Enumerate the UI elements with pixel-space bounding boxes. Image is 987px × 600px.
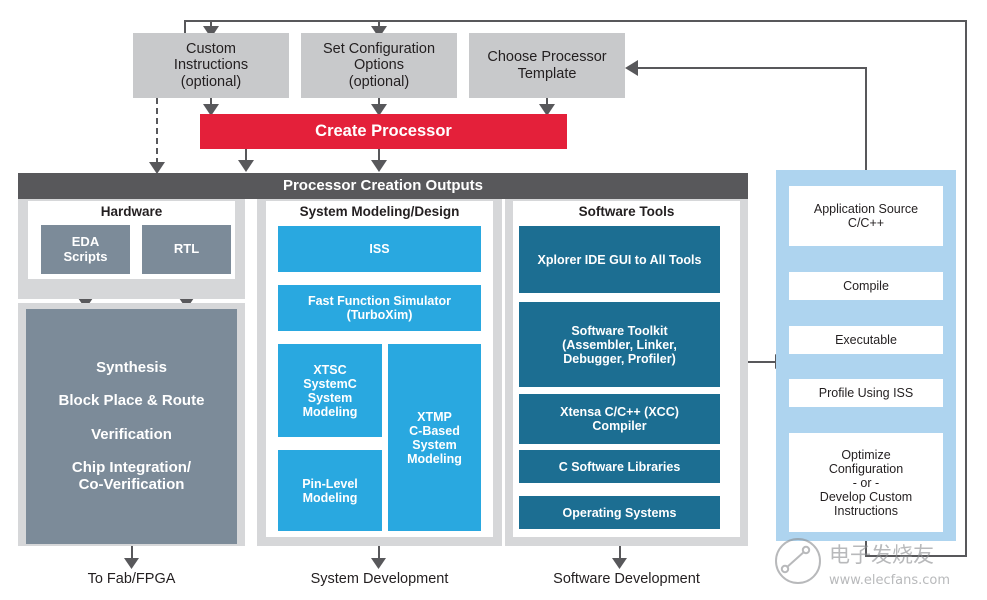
operating-systems-line-0: Operating Systems xyxy=(562,505,677,520)
block-rtl[interactable]: RTL xyxy=(142,225,231,274)
input-box-choose-processor-template[interactable]: Choose Processor Template xyxy=(469,33,625,98)
hardware-flow-line-2: Verification xyxy=(91,425,172,443)
rtl-line1: RTL xyxy=(173,241,200,257)
profile-line-0: Profile Using ISS xyxy=(818,386,914,400)
outputs-title: Processor Creation Outputs xyxy=(282,176,484,194)
block-iss[interactable]: ISS xyxy=(278,226,481,272)
create-processor-button[interactable]: Create Processor xyxy=(200,114,567,149)
fast-function-simulator-line-1: (TurboXim) xyxy=(346,308,413,322)
application-source-line-0: Application Source xyxy=(813,202,919,216)
watermark-url: www.elecfans.com xyxy=(829,573,950,588)
set-configuration-line1: Set Configuration xyxy=(322,41,436,58)
watermark: 电子发烧友 www.elecfans.com xyxy=(775,538,950,588)
software-toolkit-line-2: Debugger, Profiler) xyxy=(563,351,676,366)
system-modeling-footer-label: System Development xyxy=(310,570,449,587)
xcc-line-1: Compiler xyxy=(592,419,647,433)
block-xtsc-systemc[interactable]: XTSC SystemC System Modeling xyxy=(278,344,382,437)
optimize-line-0: Optimize xyxy=(841,447,891,462)
step-compile[interactable]: Compile xyxy=(789,272,943,300)
hardware-flow-line-0: Synthesis xyxy=(96,358,167,376)
create-processor-label: Create Processor xyxy=(315,122,452,141)
feedback-right-vertical xyxy=(965,20,967,556)
arrowhead-create-to-outputs xyxy=(371,160,387,172)
software-tools-footer-label: Software Development xyxy=(553,570,700,587)
software-tools-footer: Software Development xyxy=(505,568,748,590)
hardware-flow-line-1: Block Place & Route xyxy=(58,392,205,410)
block-fast-function-simulator[interactable]: Fast Function Simulator (TurboXim) xyxy=(278,285,481,331)
iss-line-0: ISS xyxy=(369,242,390,256)
pin-level-line-1: Modeling xyxy=(302,490,358,505)
block-xplorer-ide[interactable]: Xplorer IDE GUI to All Tools xyxy=(519,226,720,293)
eda-scripts-line1: EDA xyxy=(71,233,100,249)
software-tools-heading: Software Tools xyxy=(513,203,740,221)
optimize-line-4: Instructions xyxy=(834,503,898,518)
c-libraries-line-0: C Software Libraries xyxy=(558,459,681,474)
optimize-line-1: Configuration xyxy=(828,461,904,476)
compile-line-0: Compile xyxy=(843,279,889,293)
system-modeling-heading-label: System Modeling/Design xyxy=(299,204,460,220)
choose-template-line1: Choose Processor xyxy=(487,49,607,66)
hardware-flow-line-4: Co-Verification xyxy=(78,475,185,493)
xtmp-line-1: C-Based xyxy=(409,423,460,438)
diagram-canvas: Custom Instructions (optional) Set Confi… xyxy=(0,0,987,600)
xplorer-line-0: Xplorer IDE GUI to All Tools xyxy=(537,252,702,267)
xtmp-line-3: Modeling xyxy=(407,451,462,466)
arrowhead-to-choose-template xyxy=(625,60,638,76)
xtsc-line-3: Modeling xyxy=(302,404,358,419)
system-modeling-footer: System Development xyxy=(257,568,502,590)
input-box-custom-instructions[interactable]: Custom Instructions (optional) xyxy=(133,33,289,98)
block-xtmp-c-based[interactable]: XTMP C-Based System Modeling xyxy=(388,344,481,531)
step-optimize-configuration[interactable]: Optimize Configuration - or - Develop Cu… xyxy=(789,433,943,532)
feedback-bottom-horizontal xyxy=(866,555,967,557)
xtmp-line-2: System xyxy=(412,437,457,452)
hardware-heading: Hardware xyxy=(28,203,235,221)
xtsc-line-0: XTSC xyxy=(313,362,347,377)
software-toolkit-line-1: (Assembler, Linker, xyxy=(562,337,677,352)
eda-scripts-line2: Scripts xyxy=(63,248,108,264)
application-source-line-1: C/C++ xyxy=(847,216,885,230)
optimize-line-3: Develop Custom xyxy=(819,489,913,504)
block-c-software-libraries[interactable]: C Software Libraries xyxy=(519,450,720,483)
software-toolkit-line-0: Software Toolkit xyxy=(571,323,668,338)
feedback-top-horizontal xyxy=(184,20,967,22)
feedback-left-stub xyxy=(184,20,186,34)
hardware-footer-label: To Fab/FPGA xyxy=(87,570,176,587)
block-xtensa-xcc-compiler[interactable]: Xtensa C/C++ (XCC) Compiler xyxy=(519,394,720,444)
line-to-choose-template-horizontal xyxy=(637,67,867,69)
input-box-set-configuration-options[interactable]: Set Configuration Options (optional) xyxy=(301,33,457,98)
set-configuration-line3: (optional) xyxy=(348,73,410,90)
step-profile-using-iss[interactable]: Profile Using ISS xyxy=(789,379,943,407)
pin-level-line-0: Pin-Level xyxy=(302,476,358,491)
block-hardware-flow[interactable]: Synthesis Block Place & Route Verificati… xyxy=(26,309,237,544)
dashed-custom-to-outputs xyxy=(156,98,158,164)
xtmp-line-0: XTMP xyxy=(417,409,452,424)
block-operating-systems[interactable]: Operating Systems xyxy=(519,496,720,529)
processor-creation-outputs-header: Processor Creation Outputs xyxy=(18,173,748,199)
step-executable[interactable]: Executable xyxy=(789,326,943,354)
fast-function-simulator-line-0: Fast Function Simulator xyxy=(307,294,452,308)
xtsc-line-2: System xyxy=(307,390,353,405)
block-pin-level-modeling[interactable]: Pin-Level Modeling xyxy=(278,450,382,531)
block-eda-scripts[interactable]: EDA Scripts xyxy=(41,225,130,274)
custom-instructions-line2: Instructions xyxy=(173,57,249,74)
executable-line-0: Executable xyxy=(835,333,897,347)
arrowhead-create-to-outputs-left xyxy=(238,160,254,172)
hardware-footer: To Fab/FPGA xyxy=(18,568,245,590)
custom-instructions-line3: (optional) xyxy=(180,73,242,90)
hardware-flow-line-3: Chip Integration/ xyxy=(71,459,192,477)
xtsc-line-1: SystemC xyxy=(303,376,357,391)
choose-template-line2: Template xyxy=(517,65,577,82)
line-to-choose-template-vertical xyxy=(865,67,867,185)
system-modeling-heading: System Modeling/Design xyxy=(266,203,493,221)
set-configuration-line2: Options xyxy=(354,57,404,74)
block-software-toolkit[interactable]: Software Toolkit (Assembler, Linker, Deb… xyxy=(519,302,720,387)
software-tools-heading-label: Software Tools xyxy=(578,204,675,220)
custom-instructions-line1: Custom xyxy=(186,41,236,58)
step-application-source[interactable]: Application Source C/C++ xyxy=(789,186,943,246)
optimize-line-2: - or - xyxy=(852,475,880,490)
xcc-line-0: Xtensa C/C++ (XCC) xyxy=(560,405,679,419)
hardware-heading-label: Hardware xyxy=(100,204,163,220)
